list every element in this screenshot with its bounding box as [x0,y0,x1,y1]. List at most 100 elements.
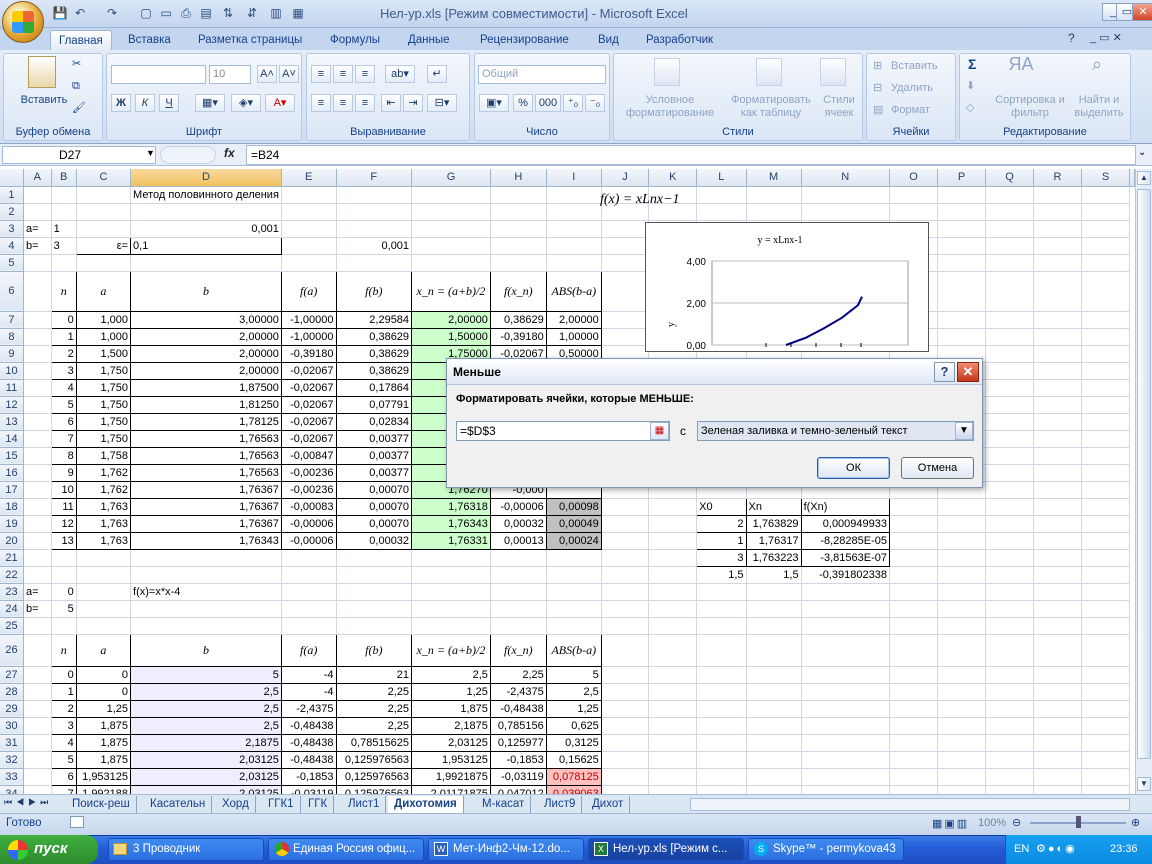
cell[interactable] [985,396,1035,414]
cell[interactable]: 1,500 [75,344,132,363]
cell[interactable] [1033,498,1083,516]
cell[interactable]: -0,00847 [280,446,337,465]
cell[interactable] [1081,345,1130,363]
cell[interactable] [1033,734,1083,752]
row-header[interactable]: 20 [0,532,24,550]
cell[interactable] [746,683,802,701]
cell[interactable] [23,785,52,794]
cell[interactable]: 0,02834 [335,412,413,431]
cell[interactable]: 2,1875 [411,716,491,735]
cell[interactable] [23,271,52,312]
cell[interactable]: 1,875 [411,699,491,718]
cell[interactable] [985,362,1035,380]
cell[interactable]: 0 [51,583,77,601]
column-header[interactable]: K [648,169,698,187]
cell[interactable]: f(b) [335,270,413,312]
vertical-scrollbar[interactable]: ▲ ▼ [1135,169,1152,794]
cell[interactable] [889,566,939,584]
cell[interactable]: 0,78515625 [335,733,413,752]
cell[interactable] [490,600,547,618]
cell[interactable]: 1,76563 [130,463,282,482]
cell[interactable]: 6 [50,767,77,786]
cell[interactable]: 0,3125 [545,733,602,752]
cell[interactable]: -0,00236 [280,480,337,499]
column-header[interactable]: N [801,169,891,187]
cell[interactable]: -0,02067 [280,378,337,397]
cell[interactable] [281,220,337,238]
format-painter-icon[interactable]: 🖌 [72,102,86,115]
cell[interactable]: 21 [335,665,413,684]
cell[interactable] [801,666,891,684]
threshold-input[interactable]: =$D$3 [456,421,670,441]
cell[interactable] [411,237,491,255]
cell[interactable] [130,549,282,567]
cell[interactable] [76,583,132,601]
cell[interactable] [985,186,1035,204]
cell[interactable]: 1,758 [75,446,132,465]
cell[interactable] [130,203,282,221]
cell[interactable]: 0,00377 [335,429,413,448]
cell[interactable] [1033,328,1083,346]
cell[interactable]: 2,25 [335,699,413,718]
cell[interactable] [937,700,986,718]
cell[interactable] [937,549,986,567]
language-indicator[interactable]: EN [1014,843,1029,855]
cell[interactable] [648,785,698,794]
thousands-button[interactable]: 000 [535,94,561,112]
macro-record-icon[interactable] [70,816,84,828]
cell[interactable] [336,186,413,204]
cell[interactable]: 0,00024 [545,531,602,550]
cell[interactable] [76,186,132,204]
cell[interactable]: -1,00000 [280,327,337,346]
find-select-button[interactable]: Найти и выделить [1070,94,1128,120]
cell[interactable] [937,666,986,684]
cell[interactable]: -0,1853 [280,767,337,786]
cell[interactable]: 1 [50,327,77,346]
cell[interactable] [1081,532,1130,550]
cell[interactable] [1081,396,1130,414]
cell[interactable] [281,203,337,221]
cell[interactable] [1081,617,1130,635]
cell[interactable] [601,498,650,516]
sheet-tab[interactable]: ГГК [302,796,335,813]
column-header[interactable]: G [411,169,491,187]
column-header[interactable]: L [696,169,747,187]
cell[interactable]: 1,78125 [130,412,282,431]
cell[interactable]: 0,00098 [545,497,602,516]
decrease-indent-icon[interactable]: ⇤ [381,94,401,112]
cell[interactable] [336,220,413,238]
dialog-help-icon[interactable]: ? [934,362,955,382]
cell[interactable] [937,600,986,618]
cell[interactable]: 2,5 [130,699,282,718]
cell[interactable] [490,583,547,601]
cell[interactable] [336,600,413,618]
cell[interactable] [648,734,698,752]
cell[interactable] [51,254,77,272]
cell[interactable]: 1,750 [75,361,132,380]
cell[interactable] [411,600,491,618]
cell[interactable] [696,785,747,794]
column-header[interactable] [1129,169,1135,187]
cell[interactable]: 2,01171875 [411,784,491,794]
cell[interactable] [76,254,132,272]
conditional-format-icon[interactable] [654,58,680,86]
cell[interactable]: 0,17864 [335,378,413,397]
cell[interactable]: 0,38629 [335,344,413,363]
cell[interactable] [746,734,802,752]
cell[interactable]: 1,763829 [745,514,802,533]
cell[interactable]: 0,125976563 [335,784,413,794]
cell[interactable] [746,583,802,601]
cell[interactable]: 0 [50,310,77,329]
tab-review[interactable]: Рецензирование [472,30,577,50]
cell[interactable]: 1,000 [75,310,132,329]
row-header[interactable]: 2 [0,203,24,221]
cell[interactable] [1033,566,1083,584]
cell[interactable] [1081,515,1130,533]
cell[interactable] [1033,203,1083,221]
cell[interactable]: 1,750 [75,378,132,397]
cell[interactable] [937,751,986,769]
cell[interactable] [23,717,52,735]
cell[interactable] [1033,785,1083,794]
cell[interactable]: -0,03119 [280,784,337,794]
cell[interactable] [601,583,650,601]
